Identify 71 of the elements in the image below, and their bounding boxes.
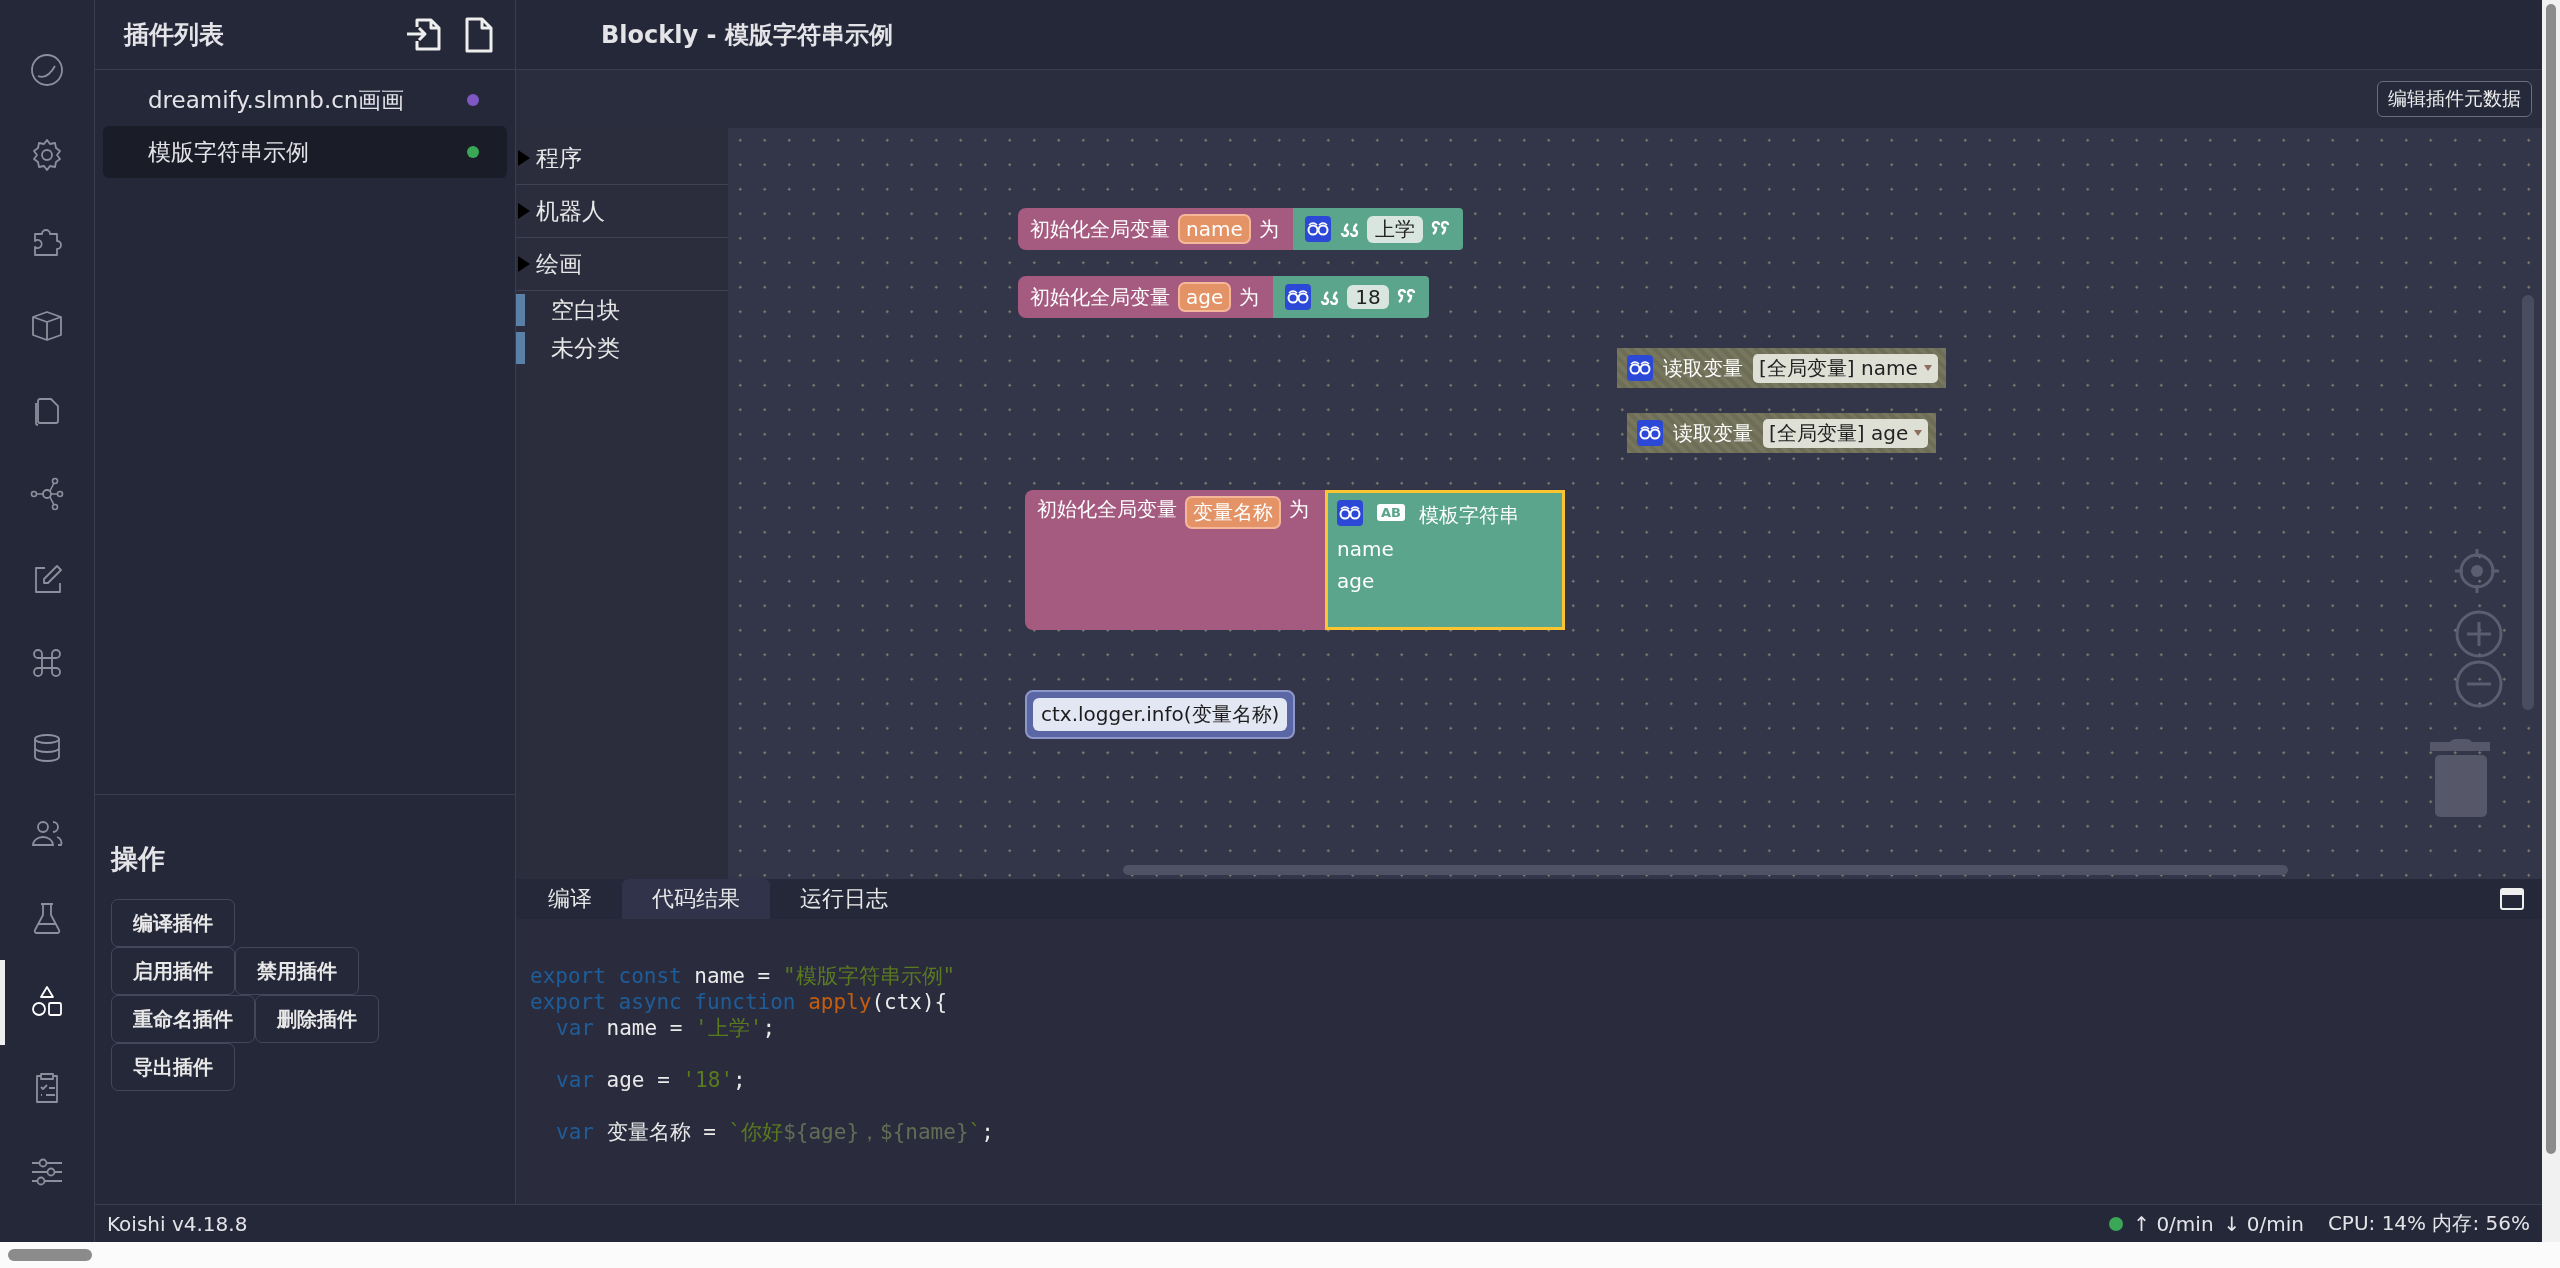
block-label: 初始化全局变量 — [1037, 496, 1177, 523]
block-label: 初始化全局变量 — [1030, 283, 1170, 311]
new-file-icon[interactable] — [465, 16, 493, 53]
panel-tab[interactable]: 编译 — [518, 879, 622, 919]
text-field[interactable]: 18 — [1347, 285, 1389, 309]
action-button[interactable]: 编译插件 — [111, 899, 235, 947]
category-item[interactable]: 机器人 — [536, 195, 605, 227]
page-scrollbar[interactable] — [0, 1242, 2560, 1268]
block-label: 模板字符串 — [1419, 502, 1519, 529]
type-badge: AB — [1377, 504, 1405, 521]
open-quote-icon — [1338, 221, 1359, 237]
input-label: name — [1337, 537, 1395, 561]
block-label: 为 — [1289, 496, 1309, 523]
code-line: var name = '上学'; — [555, 1015, 776, 1041]
code-block[interactable]: ctx.logger.info(变量名称) — [1025, 690, 1296, 739]
action-button[interactable]: 删除插件 — [255, 995, 379, 1043]
category-item[interactable]: 未分类 — [551, 332, 620, 364]
panel-tab[interactable]: 运行日志 — [770, 879, 918, 919]
action-button[interactable]: 导出插件 — [111, 1043, 235, 1091]
version-label: Koishi v4.18.8 — [107, 1211, 248, 1236]
block-label: 读取变量 — [1663, 354, 1743, 382]
vertical-scrollbar[interactable] — [2522, 295, 2534, 710]
plugin-item[interactable]: dreamify.slmnb.cn画画 — [103, 74, 507, 126]
download-rate: ↓ 0/min — [2223, 1211, 2304, 1236]
glasses-icon — [1285, 284, 1312, 310]
plugin-item[interactable]: 模版字符串示例 — [103, 126, 507, 178]
action-button[interactable]: 禁用插件 — [235, 947, 359, 995]
code-line: var age = '18'; — [555, 1067, 746, 1093]
text-field[interactable]: 上学 — [1366, 215, 1423, 243]
category-color-bar — [516, 294, 525, 326]
gauge-icon[interactable] — [29, 52, 65, 89]
glasses-icon — [1304, 216, 1331, 242]
code-line: export async function apply(ctx){ — [530, 989, 948, 1015]
text-block[interactable]: 18 — [1273, 276, 1429, 318]
horizontal-scrollbar[interactable] — [1123, 865, 2288, 875]
open-quote-icon — [1319, 289, 1340, 305]
category-item[interactable]: 程序 — [536, 142, 582, 174]
close-quote-icon — [1396, 289, 1417, 305]
variable-block[interactable]: 初始化全局变量 age 为 18 — [1018, 276, 1429, 318]
action-button[interactable]: 重命名插件 — [111, 995, 255, 1043]
page-scrollbar[interactable] — [2542, 0, 2560, 1242]
glasses-icon — [1637, 420, 1663, 446]
code-line: var 变量名称 = `你好${age}，${name}`; — [555, 1119, 994, 1145]
upload-rate: ↑ 0/min — [2133, 1211, 2214, 1236]
window-icon[interactable] — [2500, 888, 2524, 910]
block-label: 初始化全局变量 — [1030, 215, 1170, 243]
input-label: age — [1337, 569, 1376, 593]
action-button[interactable]: 启用插件 — [111, 947, 235, 995]
resource-usage: CPU: 14% 内存: 56% — [2327, 1210, 2530, 1237]
glasses-icon — [1627, 355, 1653, 381]
category-item[interactable]: 空白块 — [551, 294, 620, 326]
edit-metadata-button[interactable]: 编辑插件元数据 — [2377, 81, 2532, 117]
section-title: 操作 — [111, 842, 166, 876]
caret-icon — [1914, 430, 1923, 436]
text-block[interactable]: 上学 — [1292, 208, 1463, 250]
block-label: 为 — [1258, 215, 1279, 243]
page-title: Blockly - 模版字符串示例 — [601, 19, 893, 51]
code-line: export const name = "模版字符串示例" — [530, 963, 956, 989]
category-item[interactable]: 绘画 — [536, 248, 582, 280]
panel-title: 插件列表 — [124, 19, 225, 51]
import-file-icon[interactable] — [405, 16, 443, 53]
variable-block[interactable]: 初始化全局变量 name 为 上学 — [1018, 208, 1463, 250]
close-quote-icon — [1430, 221, 1451, 237]
block-label: 为 — [1239, 283, 1260, 311]
network-icon[interactable] — [29, 475, 65, 512]
caret-icon — [1923, 365, 1932, 371]
block-label: 读取变量 — [1673, 419, 1753, 447]
glasses-icon — [1337, 499, 1363, 526]
code-field[interactable]: ctx.logger.info(变量名称) — [1033, 698, 1288, 731]
panel-tab[interactable]: 代码结果 — [622, 879, 770, 919]
category-color-bar — [516, 332, 525, 364]
